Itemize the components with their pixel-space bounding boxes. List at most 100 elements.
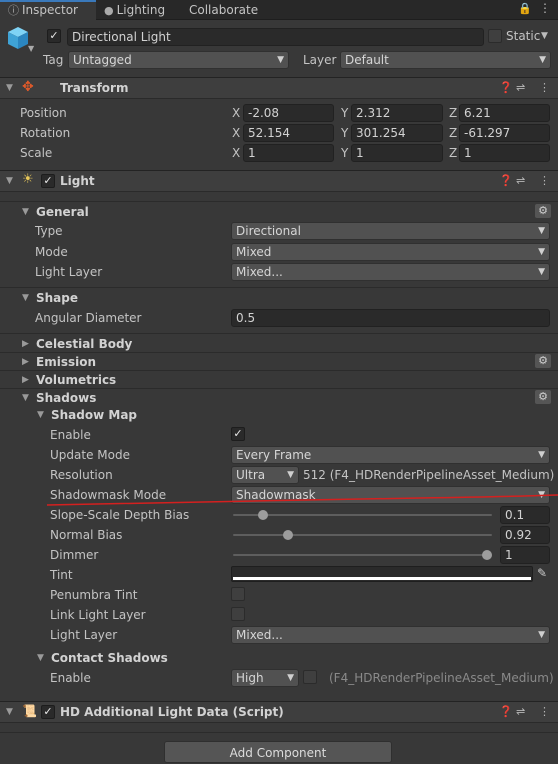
kebab-menu-icon[interactable]: ⋮ bbox=[539, 1, 551, 15]
shadow-light-layer-dropdown[interactable]: Mixed... ▼ bbox=[231, 626, 550, 644]
position-z-field[interactable]: 6.21 bbox=[459, 104, 550, 122]
layer-dropdown[interactable]: Default ▼ bbox=[340, 51, 551, 69]
chevron-down-icon: ▼ bbox=[538, 247, 545, 257]
mode-dropdown[interactable]: Mixed ▼ bbox=[231, 243, 550, 261]
emission-settings-gear-icon[interactable]: ⚙ bbox=[535, 354, 551, 368]
shadowmask-mode-label: Shadowmask Mode bbox=[50, 488, 167, 502]
gameobject-name-field[interactable]: Directional Light bbox=[67, 28, 484, 46]
light-layer-value: Mixed... bbox=[236, 265, 283, 279]
hd-light-data-header[interactable]: ▼ 📜 ✓ HD Additional Light Data (Script) … bbox=[0, 701, 558, 723]
type-dropdown[interactable]: Directional ▼ bbox=[231, 222, 550, 240]
general-settings-gear-icon[interactable]: ⚙ bbox=[535, 204, 551, 218]
foldout-expanded-icon[interactable]: ▼ bbox=[6, 176, 13, 186]
type-value: Directional bbox=[236, 224, 301, 238]
tag-label: Tag bbox=[43, 53, 64, 67]
update-mode-dropdown[interactable]: Every Frame ▼ bbox=[231, 446, 550, 464]
shadowmask-mode-dropdown[interactable]: Shadowmask ▼ bbox=[231, 486, 550, 504]
help-icon[interactable]: ❓ bbox=[499, 81, 513, 94]
lock-icon[interactable]: 🔒 bbox=[518, 2, 532, 15]
rotation-y-field[interactable]: 301.254 bbox=[351, 124, 443, 142]
chevron-down-icon: ▼ bbox=[538, 450, 545, 460]
scale-y-field[interactable]: 1 bbox=[351, 144, 443, 162]
tab-collaborate-label: Collaborate bbox=[189, 3, 259, 17]
normal-bias-slider-knob[interactable] bbox=[282, 530, 293, 540]
component-menu-icon[interactable]: ⋮ bbox=[539, 705, 550, 718]
mode-label: Mode bbox=[35, 245, 68, 259]
divider bbox=[0, 333, 558, 334]
scale-z-field[interactable]: 1 bbox=[459, 144, 550, 162]
presets-icon[interactable]: ⇌ bbox=[516, 174, 525, 187]
resolution-dropdown[interactable]: Ultra ▼ bbox=[231, 466, 299, 484]
emission-foldout-icon[interactable]: ▶ bbox=[22, 357, 29, 367]
foldout-expanded-icon[interactable]: ▼ bbox=[6, 83, 13, 93]
normal-bias-slider-track[interactable] bbox=[233, 534, 492, 536]
gameobject-active-checkbox[interactable]: ✓ bbox=[47, 29, 61, 43]
volumetrics-foldout-icon[interactable]: ▶ bbox=[22, 375, 29, 385]
tag-dropdown[interactable]: Untagged ▼ bbox=[68, 51, 289, 69]
rotation-z-axis-label: Z bbox=[449, 126, 458, 140]
component-menu-icon[interactable]: ⋮ bbox=[539, 81, 550, 94]
rotation-x-field[interactable]: 52.154 bbox=[243, 124, 334, 142]
shadow-map-foldout-icon[interactable]: ▼ bbox=[37, 410, 44, 420]
light-enabled-checkbox[interactable]: ✓ bbox=[41, 174, 55, 188]
scale-x-field[interactable]: 1 bbox=[243, 144, 334, 162]
contact-enable-dropdown[interactable]: High ▼ bbox=[231, 669, 299, 687]
tab-inspector[interactable]: ⓘ Inspector bbox=[0, 0, 96, 20]
position-x-field[interactable]: -2.08 bbox=[243, 104, 334, 122]
presets-icon[interactable]: ⇌ bbox=[516, 705, 525, 718]
link-light-layer-checkbox[interactable] bbox=[231, 607, 245, 621]
divider bbox=[0, 732, 558, 733]
shadow-enable-checkbox[interactable]: ✓ bbox=[231, 427, 245, 441]
chevron-down-icon: ▼ bbox=[538, 630, 545, 640]
chevron-down-icon: ▼ bbox=[277, 55, 284, 65]
rotation-z-field[interactable]: -61.297 bbox=[459, 124, 550, 142]
contact-enable-note: (F4_HDRenderPipelineAsset_Medium) bbox=[329, 671, 554, 685]
component-menu-icon[interactable]: ⋮ bbox=[539, 174, 550, 187]
celestial-foldout-icon[interactable]: ▶ bbox=[22, 339, 29, 349]
slope-bias-field[interactable]: 0.1 bbox=[500, 506, 550, 524]
icon-dropdown-arrow-icon[interactable]: ▼ bbox=[28, 44, 34, 53]
penumbra-tint-checkbox[interactable] bbox=[231, 587, 245, 601]
slope-bias-slider-track[interactable] bbox=[233, 514, 492, 516]
dimmer-slider-knob[interactable] bbox=[482, 550, 492, 560]
slope-bias-slider-knob[interactable] bbox=[257, 510, 268, 520]
eyedropper-icon[interactable]: ✎ bbox=[537, 566, 547, 580]
light-layer-dropdown[interactable]: Mixed... ▼ bbox=[231, 263, 550, 281]
normal-bias-field[interactable]: 0.92 bbox=[500, 526, 550, 544]
help-icon[interactable]: ❓ bbox=[499, 174, 513, 187]
chevron-down-icon: ▼ bbox=[538, 490, 545, 500]
tab-collaborate[interactable]: Collaborate bbox=[189, 0, 269, 20]
contact-shadows-foldout-icon[interactable]: ▼ bbox=[37, 653, 44, 663]
contact-shadows-title: Contact Shadows bbox=[51, 651, 168, 665]
tint-color-field[interactable] bbox=[231, 566, 533, 582]
tab-lighting[interactable]: ● Lighting bbox=[104, 0, 182, 20]
help-icon[interactable]: ❓ bbox=[499, 705, 513, 718]
general-foldout-icon[interactable]: ▼ bbox=[22, 207, 29, 217]
add-component-button[interactable]: Add Component bbox=[164, 741, 392, 763]
emission-title: Emission bbox=[36, 355, 96, 369]
presets-icon[interactable]: ⇌ bbox=[516, 81, 525, 94]
position-y-axis-label: Y bbox=[341, 106, 349, 120]
tag-value: Untagged bbox=[73, 53, 132, 67]
static-chevron-down-icon[interactable]: ▼ bbox=[541, 31, 548, 41]
transform-header[interactable]: ▼ ✥ Transform ❓ ⇌ ⋮ bbox=[0, 77, 558, 99]
type-label: Type bbox=[35, 224, 63, 238]
shadow-light-layer-label: Light Layer bbox=[50, 628, 118, 642]
chevron-down-icon: ▼ bbox=[539, 55, 546, 65]
dimmer-field[interactable]: 1 bbox=[500, 546, 550, 564]
hd-data-enabled-checkbox[interactable]: ✓ bbox=[41, 705, 55, 719]
light-header[interactable]: ▼ ☀ ✓ Light ❓ ⇌ ⋮ bbox=[0, 170, 558, 192]
foldout-expanded-icon[interactable]: ▼ bbox=[6, 707, 13, 717]
angular-diameter-field[interactable]: 0.5 bbox=[231, 309, 550, 327]
contact-enable-label: Enable bbox=[50, 671, 91, 685]
static-checkbox[interactable] bbox=[488, 29, 502, 43]
shadows-foldout-icon[interactable]: ▼ bbox=[22, 393, 29, 403]
shadow-map-title: Shadow Map bbox=[51, 408, 138, 422]
scale-y-axis-label: Y bbox=[341, 146, 349, 160]
chevron-down-icon: ▼ bbox=[287, 673, 294, 683]
dimmer-slider-track[interactable] bbox=[233, 554, 492, 556]
contact-override-checkbox[interactable] bbox=[303, 670, 317, 684]
position-y-field[interactable]: 2.312 bbox=[351, 104, 443, 122]
shadows-settings-gear-icon[interactable]: ⚙ bbox=[535, 390, 551, 404]
shape-foldout-icon[interactable]: ▼ bbox=[22, 293, 29, 303]
